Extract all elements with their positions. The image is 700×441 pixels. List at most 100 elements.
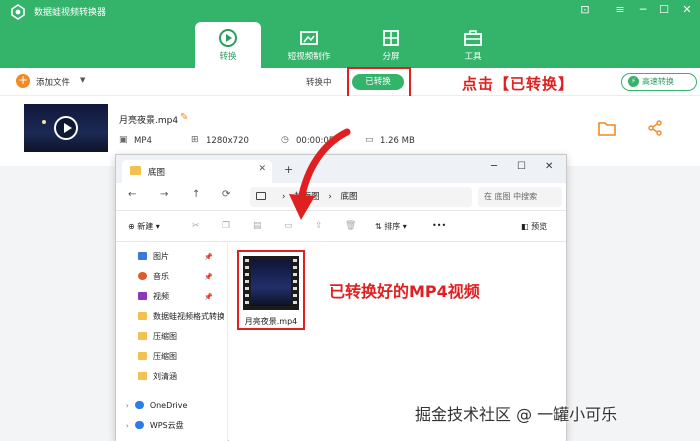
address-bar[interactable]: › 封面图 › 底图 [250,187,472,207]
cut-icon[interactable]: ✂ [192,221,200,231]
folder-icon [138,352,147,360]
refresh-icon[interactable]: ⟳ [222,189,230,200]
close-button[interactable]: ✕ [680,3,694,17]
explorer-close-button[interactable]: ✕ [545,161,553,172]
annotation-click-converted: 点击【已转换】 [462,75,575,93]
forward-icon[interactable]: → [160,189,168,200]
new-button[interactable]: ⊕ 新建 ▾ [128,221,160,232]
resolution-icon: ⊞ [191,135,199,145]
computer-icon [256,192,266,200]
explorer-maximize-button[interactable]: ☐ [517,161,526,172]
close-tab-icon[interactable]: ✕ [258,164,266,174]
menu-icon[interactable]: ≡ [613,3,627,17]
tab-label: 转换 [219,52,237,62]
file-size: 1.26 MB [380,136,415,146]
sidebar-item-label: 压缩图 [153,352,177,361]
annotation-converted-mp4: 已转换好的MP4视频 [329,282,480,301]
paste-icon[interactable]: ▤ [253,221,262,231]
search-input[interactable]: 在 底图 中搜索 [478,187,562,207]
sidebar-item-folder[interactable]: 数据蛙视频格式转换 [138,311,224,327]
sidebar-item-folder[interactable]: 刘清涵 [138,371,224,387]
videos-icon [138,292,147,300]
play-icon[interactable] [54,116,78,140]
sort-button[interactable]: ⇅ 排序 ▾ [375,221,407,232]
moon [42,120,46,124]
cloud-icon [134,401,144,409]
explorer-tab[interactable]: 底图 ✕ [122,160,272,183]
tab-video-maker[interactable]: 短视频制作 [276,22,342,68]
more-button[interactable]: ••• [432,221,446,230]
watermark: 掘金技术社区 @ 一罐小可乐 [415,405,618,424]
add-file-button[interactable]: 添加文件 [36,76,70,88]
back-icon[interactable]: ← [128,189,136,200]
folder-icon [138,312,147,320]
highlight-box [347,67,411,99]
pin-icon: 📌 [204,273,213,281]
size-icon: ▭ [365,135,374,145]
film-holes [293,259,297,307]
sidebar-item-wps-cloud[interactable]: › WPS云盘 [126,420,212,436]
chevron-right-icon[interactable]: › [126,422,129,430]
sidebar-item-label: 视频 [153,292,169,301]
add-file-icon[interactable]: + [16,74,30,88]
pictures-icon [138,252,147,260]
tab-label: 短视频制作 [287,52,331,62]
up-icon[interactable]: ↑ [192,189,200,200]
video-maker-icon [300,31,318,45]
toolbox-icon [464,30,482,46]
sidebar-item-label: 压缩图 [153,332,177,341]
app-header: 数据蛙视频转换器 ⊡ ≡ ─ ☐ ✕ 转换 短视频制作 分屏 工具 [0,0,700,68]
video-thumbnail[interactable] [24,104,108,152]
app-title: 数据蛙视频转换器 [34,8,107,18]
video-file-item[interactable]: 月亮夜景.mp4 [237,250,305,330]
tab-split-screen[interactable]: 分屏 [358,22,424,68]
sidebar-item-onedrive[interactable]: › OneDrive [126,401,212,417]
video-preview [251,260,291,306]
music-icon [138,272,147,280]
chevron-down-icon[interactable]: ▼ [80,76,85,84]
pin-icon: 📌 [204,293,213,301]
sidebar-item-label: OneDrive [149,401,188,410]
preview-label: 预览 [531,222,548,231]
explorer-tab-title: 底图 [148,168,166,178]
tab-convert[interactable]: 转换 [195,22,261,68]
chevron-right-icon[interactable]: › [126,402,129,410]
share-icon[interactable] [647,120,663,136]
red-arrow-icon [289,128,351,220]
tab-tools[interactable]: 工具 [440,22,506,68]
window-restore-icon[interactable]: ⊡ [578,3,592,17]
high-speed-convert-button[interactable]: ⚡ 高速转换 [621,73,697,91]
file-resolution: 1280x720 [206,136,249,146]
explorer-minimize-button[interactable]: ─ [491,161,497,172]
sidebar-item-label: 图片 [153,252,169,261]
open-folder-icon[interactable] [598,120,616,136]
video-file-icon [243,256,299,310]
split-screen-icon [383,30,399,46]
sidebar-item-label: WPS云盘 [149,421,184,430]
tab-converting[interactable]: 转换中 [306,76,332,88]
maximize-button[interactable]: ☐ [657,3,671,17]
convert-icon [219,29,237,47]
sidebar-item-folder[interactable]: 压缩图 [138,331,224,347]
file-item-label: 月亮夜景.mp4 [244,317,298,326]
sidebar-item-label: 音乐 [153,272,169,281]
new-label: 新建 [137,222,154,231]
folder-icon [138,372,147,380]
lightning-icon: ⚡ [628,76,639,87]
sidebar-item-folder[interactable]: 压缩图 [138,351,224,367]
file-name: 月亮夜景.mp4 [119,116,179,126]
search-placeholder: 在 底图 中搜索 [484,192,538,201]
copy-icon[interactable]: ❐ [222,221,230,231]
app-logo-icon [11,4,25,20]
minimize-button[interactable]: ─ [636,3,650,17]
explorer-sidebar: 图片 📌 音乐 📌 视频 📌 数据蛙视频格式转换 压缩图 压缩图 刘清涵 › On… [116,243,228,441]
edit-icon[interactable]: ✎ [180,112,188,123]
preview-button[interactable]: ◧ 预览 [521,221,547,232]
tab-label: 工具 [464,52,482,62]
speed-label: 高速转换 [642,77,674,86]
sidebar-item-label: 数据蛙视频格式转换 [153,312,224,321]
folder-icon [130,166,141,175]
sort-label: 排序 [384,222,401,231]
tab-label: 分屏 [382,52,400,62]
sidebar-item-label: 刘清涵 [153,372,177,381]
